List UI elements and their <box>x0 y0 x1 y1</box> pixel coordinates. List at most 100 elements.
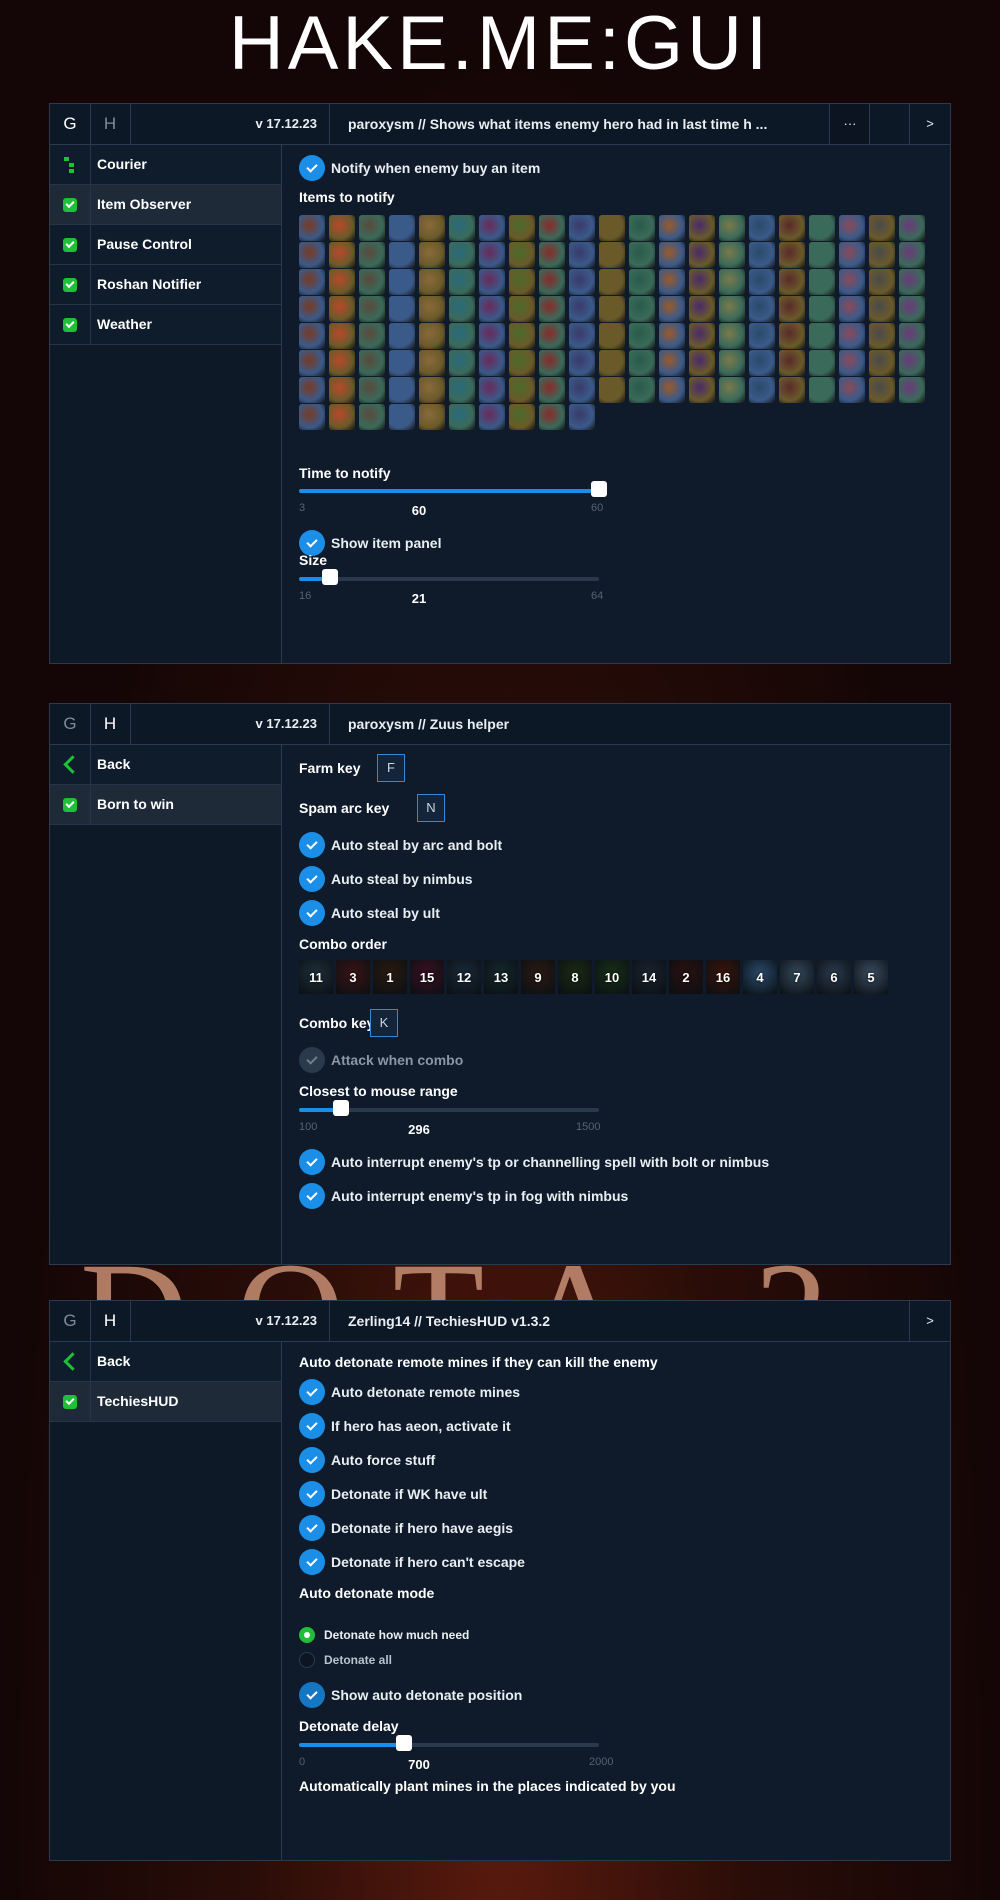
item-toggle[interactable] <box>899 269 925 295</box>
item-toggle[interactable] <box>329 269 355 295</box>
item-toggle[interactable] <box>539 350 565 376</box>
item-toggle[interactable] <box>689 377 715 403</box>
item-toggle[interactable] <box>329 323 355 349</box>
item-toggle[interactable] <box>719 323 745 349</box>
item-toggle[interactable] <box>359 269 385 295</box>
empty-toolbar-button[interactable] <box>869 104 910 144</box>
item-toggle[interactable] <box>569 377 595 403</box>
attack-combo-checkbox[interactable]: Attack when combo <box>299 1047 463 1073</box>
item-toggle[interactable] <box>869 377 895 403</box>
item-toggle[interactable] <box>389 350 415 376</box>
item-toggle[interactable] <box>539 404 565 430</box>
next-button[interactable]: > <box>909 1301 950 1341</box>
item-toggle[interactable] <box>389 215 415 241</box>
item-toggle[interactable] <box>749 323 775 349</box>
combo-ability[interactable]: 6 <box>817 960 851 994</box>
item-toggle[interactable] <box>389 404 415 430</box>
item-toggle[interactable] <box>479 404 505 430</box>
sidebar-item-courier[interactable]: Courier <box>50 145 281 185</box>
item-toggle[interactable] <box>329 215 355 241</box>
combo-ability[interactable]: 2 <box>669 960 703 994</box>
item-toggle[interactable] <box>449 404 475 430</box>
tab-g[interactable]: G <box>50 1301 91 1341</box>
item-toggle[interactable] <box>449 296 475 322</box>
item-toggle[interactable] <box>689 323 715 349</box>
item-toggle[interactable] <box>839 242 865 268</box>
item-toggle[interactable] <box>359 377 385 403</box>
item-toggle[interactable] <box>539 269 565 295</box>
combo-ability[interactable]: 1 <box>373 960 407 994</box>
item-toggle[interactable] <box>629 269 655 295</box>
checkbox-icon[interactable] <box>50 305 91 344</box>
combo-ability[interactable]: 12 <box>447 960 481 994</box>
item-toggle[interactable] <box>719 296 745 322</box>
item-toggle[interactable] <box>779 323 805 349</box>
item-toggle[interactable] <box>839 350 865 376</box>
item-toggle[interactable] <box>659 323 685 349</box>
force-checkbox[interactable]: Auto force stuff <box>299 1447 435 1473</box>
combo-ability[interactable]: 8 <box>558 960 592 994</box>
item-toggle[interactable] <box>299 242 325 268</box>
item-toggle[interactable] <box>419 350 445 376</box>
item-toggle[interactable] <box>599 242 625 268</box>
item-toggle[interactable] <box>839 377 865 403</box>
item-toggle[interactable] <box>299 404 325 430</box>
item-toggle[interactable] <box>839 215 865 241</box>
time-slider[interactable] <box>299 481 607 497</box>
closest-slider[interactable] <box>299 1100 599 1116</box>
item-toggle[interactable] <box>419 377 445 403</box>
tab-h[interactable]: H <box>90 704 131 744</box>
item-toggle[interactable] <box>629 215 655 241</box>
item-toggle[interactable] <box>359 323 385 349</box>
item-toggle[interactable] <box>299 296 325 322</box>
item-toggle[interactable] <box>449 323 475 349</box>
item-toggle[interactable] <box>659 215 685 241</box>
next-button[interactable]: > <box>909 104 950 144</box>
item-toggle[interactable] <box>689 215 715 241</box>
combo-ability[interactable]: 16 <box>706 960 740 994</box>
item-toggle[interactable] <box>599 215 625 241</box>
item-toggle[interactable] <box>899 296 925 322</box>
item-toggle[interactable] <box>359 296 385 322</box>
item-toggle[interactable] <box>359 350 385 376</box>
item-toggle[interactable] <box>509 350 535 376</box>
size-slider[interactable] <box>299 569 599 585</box>
item-toggle[interactable] <box>749 269 775 295</box>
item-toggle[interactable] <box>719 377 745 403</box>
item-toggle[interactable] <box>569 296 595 322</box>
item-toggle[interactable] <box>299 269 325 295</box>
item-toggle[interactable] <box>359 242 385 268</box>
delay-slider[interactable] <box>299 1735 599 1751</box>
item-toggle[interactable] <box>479 242 505 268</box>
combo-ability[interactable]: 11 <box>299 960 333 994</box>
item-toggle[interactable] <box>869 296 895 322</box>
item-toggle[interactable] <box>329 350 355 376</box>
item-toggle[interactable] <box>449 350 475 376</box>
item-toggle[interactable] <box>509 242 535 268</box>
item-toggle[interactable] <box>479 215 505 241</box>
item-toggle[interactable] <box>389 323 415 349</box>
slider-knob[interactable] <box>396 1735 412 1751</box>
slider-knob[interactable] <box>333 1100 349 1116</box>
item-toggle[interactable] <box>899 242 925 268</box>
combo-ability[interactable]: 4 <box>743 960 777 994</box>
sidebar-item-item-observer[interactable]: Item Observer <box>50 185 281 225</box>
item-toggle[interactable] <box>839 269 865 295</box>
item-toggle[interactable] <box>479 350 505 376</box>
item-toggle[interactable] <box>419 242 445 268</box>
auto-detonate-checkbox[interactable]: Auto detonate remote mines <box>299 1379 520 1405</box>
item-toggle[interactable] <box>569 215 595 241</box>
item-toggle[interactable] <box>629 296 655 322</box>
item-toggle[interactable] <box>809 242 835 268</box>
item-toggle[interactable] <box>389 296 415 322</box>
item-toggle[interactable] <box>449 377 475 403</box>
item-toggle[interactable] <box>899 323 925 349</box>
item-toggle[interactable] <box>839 323 865 349</box>
item-toggle[interactable] <box>659 350 685 376</box>
item-toggle[interactable] <box>719 350 745 376</box>
item-toggle[interactable] <box>899 377 925 403</box>
item-toggle[interactable] <box>779 296 805 322</box>
checkbox-icon[interactable] <box>50 1382 91 1421</box>
item-toggle[interactable] <box>689 242 715 268</box>
tab-g[interactable]: G <box>50 104 91 144</box>
